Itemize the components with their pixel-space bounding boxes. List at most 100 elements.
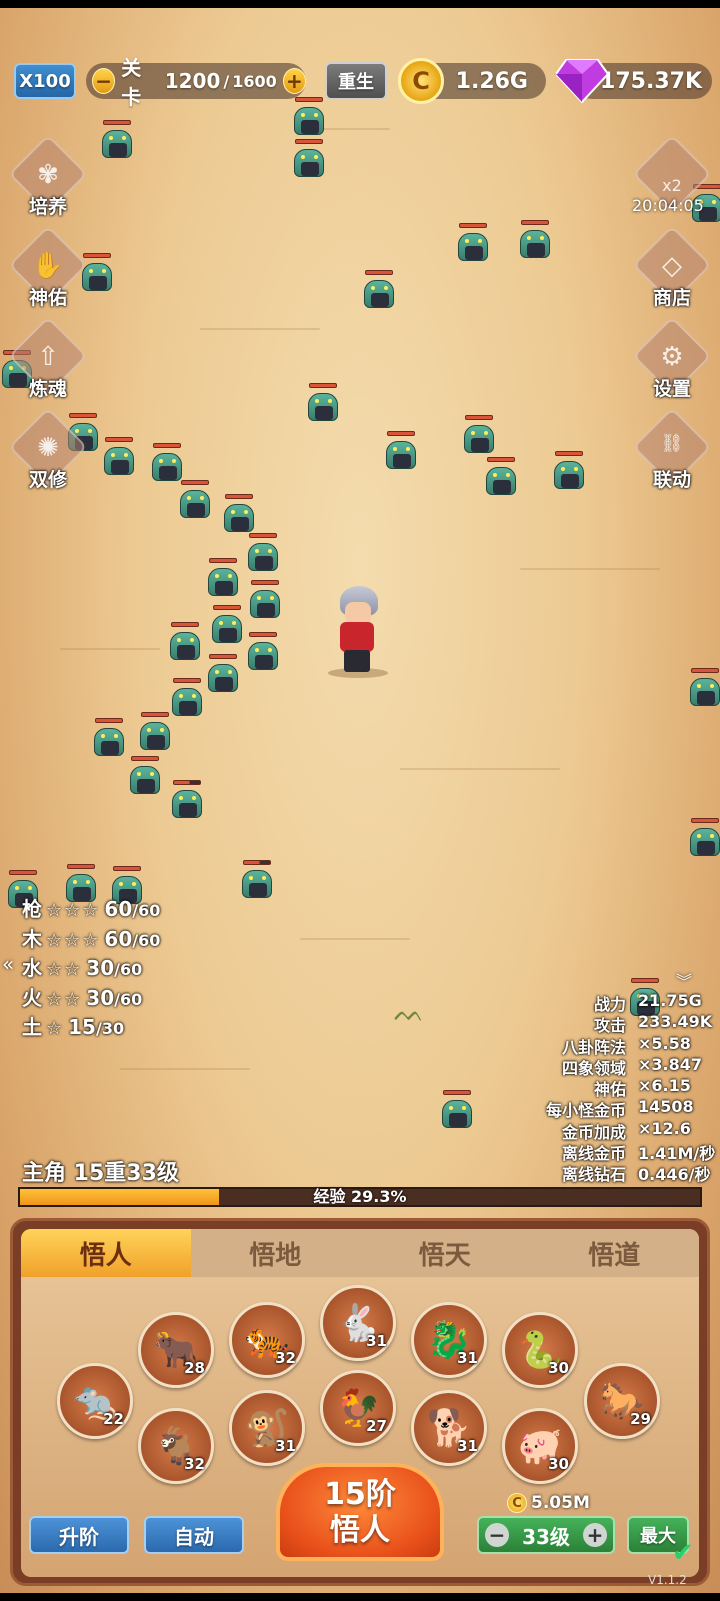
monster <box>138 712 172 752</box>
stat-row: 每小怪金币 14508 <box>545 1097 694 1121</box>
stat-row: 八卦阵法 ×5.58 <box>561 1033 691 1057</box>
auto-button[interactable]: 自动 <box>144 1516 244 1554</box>
monster <box>552 451 586 491</box>
monster <box>440 1090 474 1130</box>
blessing-label: 神佑 <box>28 287 67 309</box>
sand-streak <box>400 768 560 770</box>
stage-next-button[interactable]: + <box>282 68 307 94</box>
zodiac-snake[interactable]: 🐍 30 <box>502 1312 578 1388</box>
monster <box>240 860 274 900</box>
cultivate-label: 培养 <box>28 196 67 218</box>
upgrade-cost: C 5.05M <box>507 1493 590 1513</box>
gold-value: 1.26G <box>455 68 528 94</box>
experience-label: 经验 29.3% <box>313 1187 407 1206</box>
element-row: 木 ☆☆☆ 60/60 <box>22 926 161 951</box>
monster <box>206 654 240 694</box>
soul-refine-label: 炼魂 <box>28 378 67 400</box>
stage-current: 1200 <box>164 69 221 93</box>
link-button[interactable]: ⛓ 联动 <box>632 407 712 499</box>
tab-human[interactable]: 悟人 <box>21 1229 191 1277</box>
monster <box>484 457 518 497</box>
monster <box>362 270 396 310</box>
gear-icon: ⚙ <box>660 342 684 372</box>
sand-streak <box>120 1068 250 1070</box>
monster <box>246 632 280 672</box>
link-label: 联动 <box>652 469 691 491</box>
zodiac-tiger[interactable]: 🐅 32 <box>229 1302 305 1378</box>
gold-coin-icon: C <box>398 58 444 104</box>
speed-button[interactable]: X100 <box>14 63 76 99</box>
stat-row: 战力 21.75G <box>593 991 702 1014</box>
level-stepper: − 33级 + <box>477 1516 615 1554</box>
stage-separator: / <box>223 71 230 91</box>
shop-label: 商店 <box>652 287 691 309</box>
cultivate-button[interactable]: ✾ 培养 <box>8 134 88 226</box>
zodiac-dragon[interactable]: 🐉 31 <box>411 1302 487 1378</box>
stats-panel: 战力 21.75G 攻击 233.49K 八卦阵法 ×5.58 四象领域 ×3.847 … <box>512 991 715 1184</box>
experience-bar: 经验 29.3% <box>18 1187 702 1207</box>
blessing-button[interactable]: ✋ 神佑 <box>8 225 88 317</box>
zodiac-horse[interactable]: 🐎 29 <box>584 1363 660 1439</box>
monster <box>384 431 418 471</box>
sand-streak <box>520 568 660 570</box>
monster <box>456 223 490 263</box>
settings-button[interactable]: ⚙ 设置 <box>632 316 712 408</box>
zodiac-pig[interactable]: 🐖 30 <box>502 1408 578 1484</box>
zodiac-rabbit[interactable]: 🐇 31 <box>320 1285 396 1361</box>
dual-cultivation-label: 双修 <box>28 469 67 491</box>
element-list: 枪 ☆☆☆ 60/60 木 ☆☆☆ 60/60 水 ☆☆ 30/60 火 ☆☆ 30/60 土 ☆… <box>22 893 160 1041</box>
cultivate-icon: ✾ <box>37 160 59 190</box>
dual-cultivation-icon: ✺ <box>37 433 59 463</box>
stage-bar: − 关卡 1200 / 1600 + <box>86 56 307 109</box>
dual-cultivation-button[interactable]: ✺ 双修 <box>8 407 88 499</box>
monster <box>222 494 256 534</box>
upgrade-rank-button[interactable]: 升阶 <box>29 1516 129 1554</box>
gem-value: 175.37K <box>600 68 702 94</box>
soul-refine-icon: ⇧ <box>37 342 59 372</box>
zodiac-goat[interactable]: 🐐 32 <box>138 1408 214 1484</box>
level-value: 33级 <box>522 1524 570 1549</box>
hero-character <box>328 586 388 678</box>
shop-diamond-icon: ◇ <box>662 251 682 281</box>
sand-streak <box>300 938 410 940</box>
gold-coin-icon: C <box>507 1493 527 1513</box>
tab-earth[interactable]: 悟地 <box>190 1229 360 1277</box>
soul-refine-button[interactable]: ⇧ 炼魂 <box>8 316 88 408</box>
stat-row: 四象领域 ×3.847 <box>561 1054 703 1078</box>
monster <box>306 383 340 423</box>
level-minus-button[interactable]: − <box>485 1523 509 1547</box>
stage-label: 关卡 <box>121 56 142 109</box>
monster <box>518 220 552 260</box>
monster <box>150 443 184 483</box>
bonus-timer: 20:04:05 <box>632 196 704 215</box>
monster <box>206 558 240 598</box>
zodiac-dog[interactable]: 🐕 31 <box>411 1390 487 1466</box>
reborn-button[interactable]: 重生 <box>325 62 387 100</box>
rank-label: 15阶 <box>324 1477 396 1512</box>
monster <box>128 756 162 796</box>
stage-prev-button[interactable]: − <box>92 68 116 94</box>
zodiac-monkey[interactable]: 🐒 31 <box>229 1390 305 1466</box>
settings-label: 设置 <box>652 378 691 400</box>
shop-button[interactable]: ◇ 商店 <box>632 225 712 317</box>
desert-plant: ᨓ <box>394 998 425 1028</box>
stat-row: 金币加成 ×12.6 <box>561 1118 691 1142</box>
element-row: 土 ☆ 15/30 <box>22 1015 125 1039</box>
monster <box>688 668 720 708</box>
element-row: 枪 ☆☆☆ 60/60 <box>22 897 161 921</box>
stats-collapse-button[interactable]: ︾ <box>676 968 692 992</box>
enlighten-main-button[interactable]: 15阶 悟人 <box>276 1463 444 1561</box>
monster <box>248 580 282 620</box>
monster <box>246 533 280 573</box>
tab-heaven[interactable]: 悟天 <box>360 1229 530 1277</box>
level-plus-button[interactable]: + <box>583 1523 607 1547</box>
tab-bar: 悟人 悟地 悟天 悟道 <box>21 1229 699 1277</box>
collapse-left-button[interactable]: « <box>2 952 14 976</box>
link-icon: ⛓ <box>660 433 684 454</box>
tab-dao[interactable]: 悟道 <box>529 1229 699 1277</box>
zodiac-rat[interactable]: 🐀 22 <box>57 1363 133 1439</box>
sand-streak <box>60 648 160 650</box>
diamond-gem-icon <box>556 59 608 104</box>
zodiac-ox[interactable]: 🐂 28 <box>138 1312 214 1388</box>
zodiac-rooster[interactable]: 🐓 27 <box>320 1370 396 1446</box>
